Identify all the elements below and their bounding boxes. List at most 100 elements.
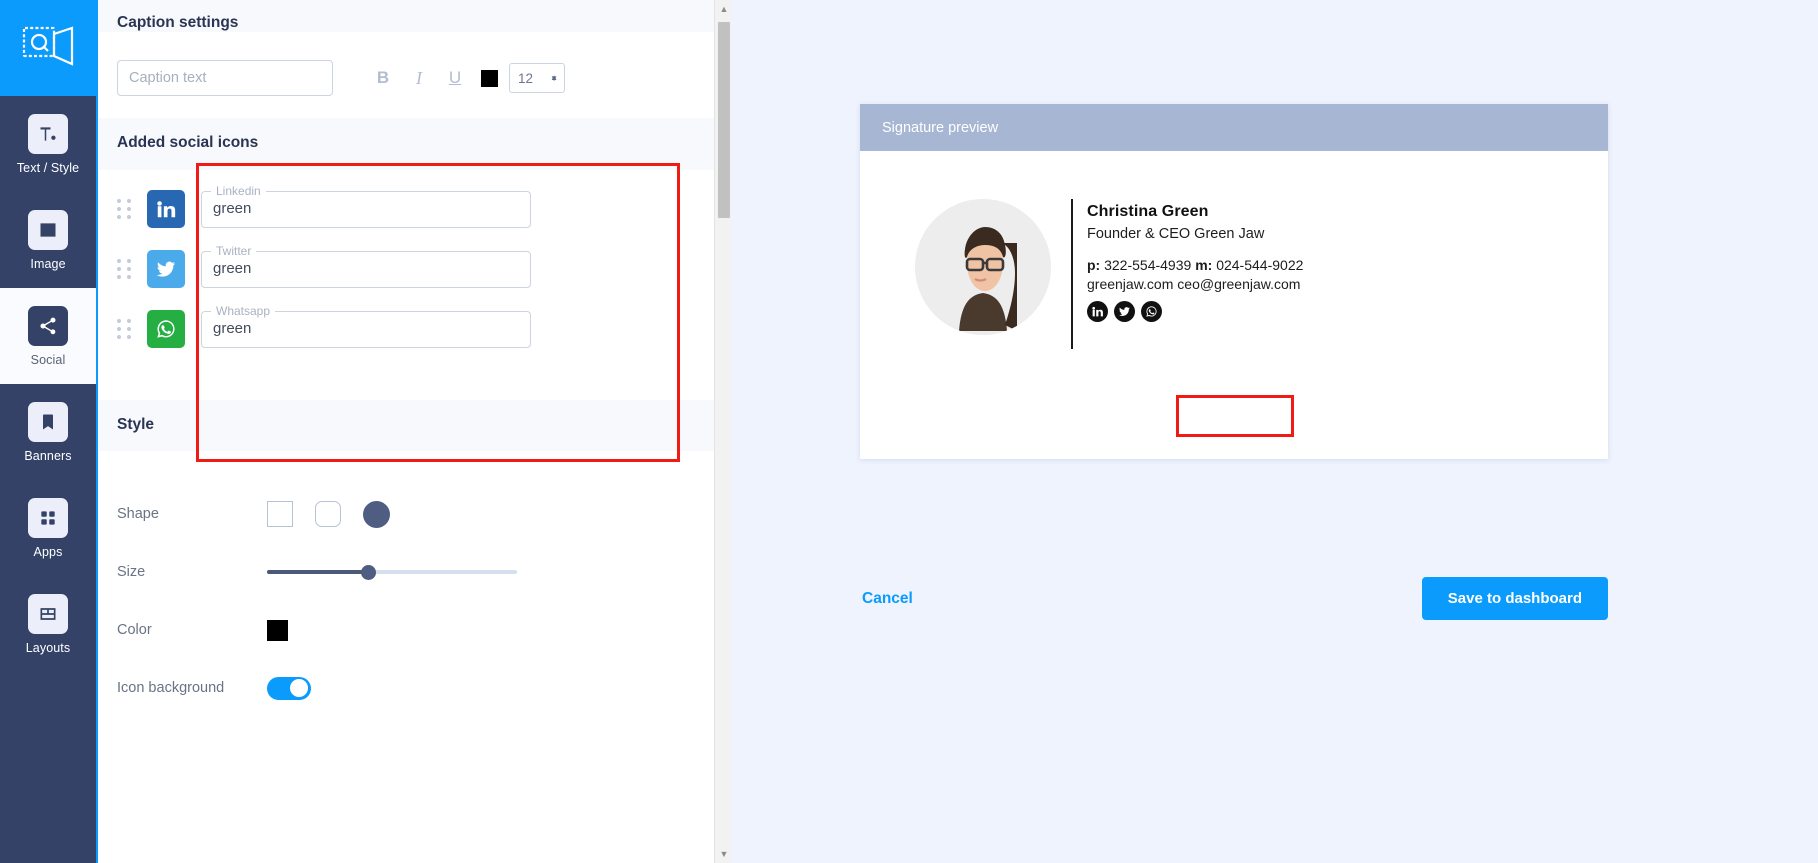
color-row: Color (98, 601, 714, 659)
whatsapp-field[interactable]: Whatsapp green (201, 303, 531, 348)
sidebar-item-layouts[interactable]: Layouts (0, 576, 96, 672)
app-root: Text / Style Image Social Banners Apps L… (0, 0, 1818, 863)
preview-twitter-icon[interactable] (1114, 301, 1135, 322)
share-icon (28, 305, 68, 346)
style-section-heading: Style (98, 400, 714, 451)
cancel-button[interactable]: Cancel (860, 584, 915, 614)
editor-scrollbar[interactable]: ▲ ▼ (714, 0, 732, 863)
sidebar-item-image[interactable]: Image (0, 192, 96, 288)
underline-button[interactable]: U (437, 63, 473, 93)
signature-name: Christina Green (1087, 203, 1209, 220)
added-social-icons-heading: Added social icons (98, 118, 714, 170)
sidebar-label-banners: Banners (24, 448, 72, 463)
twitter-field-value: green (213, 259, 252, 277)
preview-linkedin-icon[interactable] (1087, 301, 1108, 322)
font-size-stepper[interactable]: 12 ▲ ▼ (509, 63, 565, 93)
linkedin-field-label: Linkedin (211, 183, 266, 198)
caption-text-input[interactable] (117, 60, 333, 96)
mobile-value: 024-544-9022 (1216, 257, 1304, 273)
sidebar-label-apps: Apps (33, 544, 63, 559)
signature-divider (1071, 199, 1073, 349)
phone-value: 322-554-4939 (1104, 257, 1192, 273)
icon-background-row: Icon background (98, 659, 714, 717)
twitter-field-label: Twitter (211, 243, 257, 258)
caption-format-controls: B I U 12 ▲ ▼ (365, 63, 565, 93)
bold-button[interactable]: B (365, 63, 401, 93)
signature-preview-card: Signature preview Christina Green Founde… (860, 104, 1608, 459)
color-label: Color (117, 622, 152, 638)
social-row-linkedin[interactable]: Linkedin green (98, 183, 714, 250)
left-nav-rail: Text / Style Image Social Banners Apps L… (0, 0, 96, 863)
slider-fill (267, 570, 369, 574)
signature-role: Founder & CEO Green Jaw (1087, 226, 1265, 242)
linkedin-field-value: green (213, 199, 252, 217)
signature-web-email: greenjaw.com ceo@greenjaw.com (1087, 276, 1303, 292)
preview-whatsapp-icon[interactable] (1141, 301, 1162, 322)
style-section-body: Shape Size Color Icon background (98, 451, 714, 717)
shape-options (267, 500, 390, 528)
stepper-arrows-icon[interactable]: ▲ ▼ (550, 73, 558, 82)
mobile-label: m: (1195, 257, 1213, 273)
sidebar-item-text-style[interactable]: Text / Style (0, 96, 96, 192)
avatar (915, 199, 1051, 335)
shape-label: Shape (117, 506, 159, 522)
website-value[interactable]: greenjaw.com (1087, 276, 1173, 292)
shape-row: Shape (98, 485, 714, 543)
phone-label: p: (1087, 257, 1101, 273)
bookmark-icon (28, 401, 68, 442)
caption-settings-heading: Caption settings (117, 14, 239, 31)
font-size-value: 12 (518, 70, 534, 86)
shape-option-circle[interactable] (363, 500, 390, 528)
editor-pane: Caption settings B I U 12 ▲▼ Added socia… (96, 0, 732, 863)
sidebar-label-layouts: Layouts (25, 640, 71, 655)
size-row: Size (98, 543, 714, 601)
layouts-icon (28, 593, 68, 634)
twitter-icon (147, 250, 185, 288)
social-rows-list: Linkedin green Twitter green Whatsapp gr… (98, 170, 714, 400)
signature-preview-header: Signature preview (860, 104, 1608, 151)
icon-color-swatch[interactable] (267, 619, 288, 641)
drag-handle-icon[interactable] (117, 319, 139, 339)
signature-preview-title: Signature preview (882, 119, 999, 136)
grid-apps-icon (28, 497, 68, 538)
slider-knob[interactable] (361, 565, 376, 580)
image-icon (28, 209, 68, 250)
italic-button[interactable]: I (401, 63, 437, 93)
signature-phones: p: 322-554-4939 m: 024-544-9022 (1087, 257, 1303, 273)
scroll-down-arrow-icon[interactable]: ▼ (715, 845, 733, 863)
action-bar: Cancel Save to dashboard (860, 577, 1608, 620)
sidebar-label-text-style: Text / Style (16, 160, 80, 175)
scroll-up-arrow-icon[interactable]: ▲ (715, 0, 733, 18)
sidebar-item-social[interactable]: Social (0, 288, 96, 384)
preview-pane: Signature preview Christina Green Founde… (732, 0, 1818, 863)
sidebar-label-social: Social (30, 352, 66, 367)
sidebar-item-apps[interactable]: Apps (0, 480, 96, 576)
shape-option-rounded-square[interactable] (315, 501, 341, 527)
sidebar-item-banners[interactable]: Banners (0, 384, 96, 480)
whatsapp-icon (147, 310, 185, 348)
size-slider[interactable] (267, 563, 517, 581)
editor-scroll-content: Caption settings B I U 12 ▲▼ Added socia… (98, 0, 714, 863)
twitter-field[interactable]: Twitter green (201, 243, 531, 288)
icon-background-label: Icon background (117, 680, 225, 696)
linkedin-icon (147, 190, 185, 228)
sidebar-label-image: Image (30, 256, 66, 271)
size-label: Size (117, 564, 146, 580)
signature-social-icons (1087, 301, 1303, 322)
social-row-twitter[interactable]: Twitter green (98, 243, 714, 310)
social-row-whatsapp[interactable]: Whatsapp green (98, 303, 714, 370)
envelope-stamp-logo-icon (22, 24, 74, 73)
shape-option-square[interactable] (267, 501, 293, 527)
scrollbar-thumb[interactable] (718, 22, 730, 218)
email-value[interactable]: ceo@greenjaw.com (1177, 276, 1300, 292)
save-to-dashboard-button[interactable]: Save to dashboard (1421, 577, 1608, 620)
signature-preview-body: Christina Green Founder & CEO Green Jaw … (860, 151, 1608, 459)
drag-handle-icon[interactable] (117, 199, 139, 219)
whatsapp-field-label: Whatsapp (211, 303, 276, 318)
app-logo[interactable] (0, 0, 96, 96)
icon-background-toggle[interactable] (267, 676, 311, 700)
drag-handle-icon[interactable] (117, 259, 139, 279)
caption-text-color-swatch[interactable] (481, 69, 498, 87)
linkedin-field[interactable]: Linkedin green (201, 183, 531, 228)
caption-settings-section: Caption settings (98, 0, 714, 32)
